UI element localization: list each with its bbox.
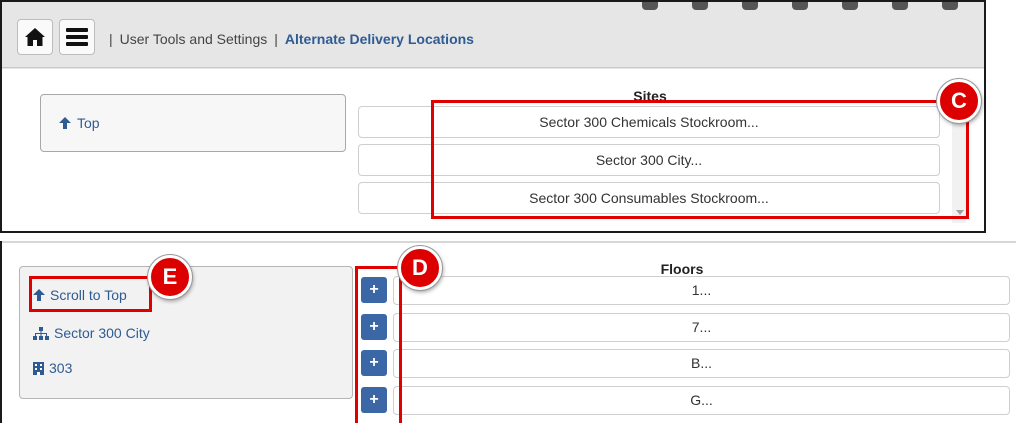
breadcrumb-user-tools[interactable]: User Tools and Settings	[120, 31, 268, 47]
breadcrumb-current-page: Alternate Delivery Locations	[284, 31, 474, 47]
menu-button[interactable]	[59, 19, 95, 55]
screenshot-frame-edge	[0, 241, 2, 423]
building-link[interactable]: 303	[33, 360, 72, 376]
breadcrumb: | User Tools and Settings | Alternate De…	[109, 31, 474, 47]
building-link-label: 303	[49, 360, 73, 376]
sitemap-icon	[33, 326, 49, 340]
toolbar-icon-2[interactable]	[692, 2, 708, 10]
toolbar-icon-1[interactable]	[642, 2, 658, 10]
home-icon	[25, 28, 45, 46]
toolbar-icon-3[interactable]	[742, 2, 758, 10]
toolbar-icon-4[interactable]	[792, 2, 808, 10]
hamburger-menu-icon	[66, 28, 88, 46]
home-button[interactable]	[17, 19, 53, 55]
top-link-card[interactable]: Top	[40, 94, 346, 152]
annotation-box-e	[29, 276, 152, 312]
toolbar-icons-cropped	[642, 2, 982, 14]
arrow-up-icon	[59, 117, 71, 129]
toolbar-icon-6[interactable]	[892, 2, 908, 10]
breadcrumb-separator: |	[274, 31, 278, 47]
annotation-badge-d: D	[398, 246, 442, 290]
annotation-box-d	[355, 266, 402, 423]
panel-divider	[0, 241, 1016, 243]
site-link[interactable]: Sector 300 City	[33, 325, 150, 341]
annotation-badge-c: C	[937, 79, 981, 123]
toolbar-icon-7[interactable]	[942, 2, 958, 10]
floors-heading: Floors	[660, 261, 704, 277]
floor-item[interactable]: B...	[393, 349, 1010, 378]
breadcrumb-separator: |	[109, 31, 113, 47]
annotation-badge-e: E	[148, 255, 192, 299]
floor-item[interactable]: 1...	[393, 276, 1010, 305]
site-link-label: Sector 300 City	[54, 325, 150, 341]
annotation-box-c	[431, 100, 969, 219]
floor-item[interactable]: G...	[393, 386, 1010, 415]
top-link-label: Top	[77, 115, 100, 131]
header-bar: | User Tools and Settings | Alternate De…	[2, 2, 984, 68]
toolbar-icon-5[interactable]	[842, 2, 858, 10]
floor-item[interactable]: 7...	[393, 313, 1010, 342]
building-icon	[33, 361, 44, 375]
